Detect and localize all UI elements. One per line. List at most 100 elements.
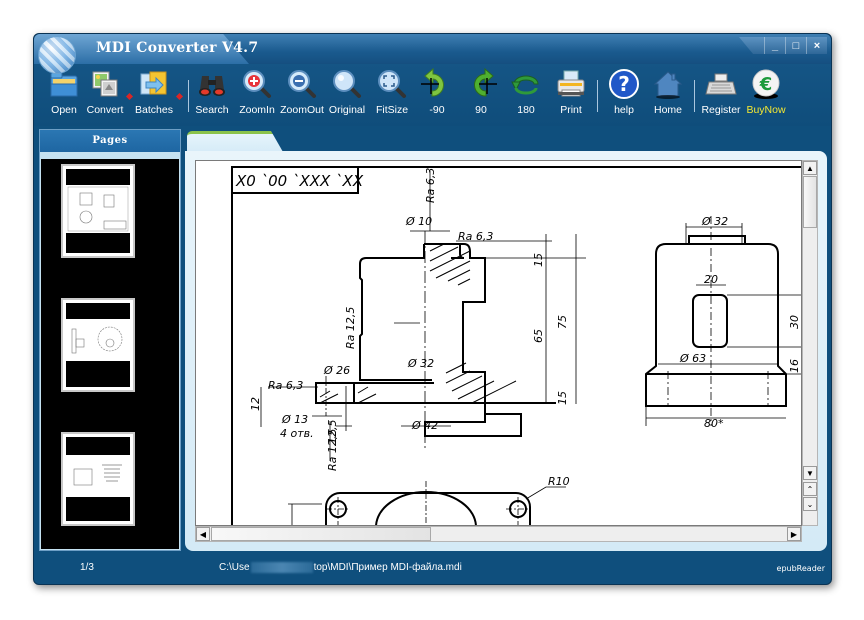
svg-text:Ø 63: Ø 63 (679, 352, 706, 365)
scroll-left-button[interactable]: ◀ (196, 527, 210, 541)
page-thumbnail-1[interactable] (61, 164, 135, 258)
rotate-right-label: 90 (475, 104, 487, 116)
svg-text:Ø 32: Ø 32 (701, 215, 728, 228)
magnifier-icon (333, 70, 361, 98)
svg-text:Ra 6,3: Ra 6,3 (268, 379, 303, 392)
search-label: Search (195, 104, 229, 116)
help-label: help (614, 104, 634, 116)
svg-text:20: 20 (704, 273, 718, 286)
app-window: MDI Converter V4.7 _ □ × Open Convert Ba… (33, 33, 832, 585)
next-page-button[interactable]: ⌄ (803, 497, 817, 511)
print-button[interactable]: Print (546, 68, 596, 122)
register-label: Register (701, 104, 741, 116)
printer-icon (557, 70, 585, 97)
convert-label: Convert (86, 104, 124, 116)
window-controls: _ □ × (739, 37, 827, 54)
toolbar: Open Convert Batches Search ZoomIn ZoomO… (34, 64, 831, 126)
euro-coin-icon: € (752, 69, 780, 99)
rotate-left-label: -90 (429, 104, 445, 116)
svg-text:65: 65 (532, 329, 545, 343)
app-title: MDI Converter V4.7 (96, 40, 259, 56)
svg-text:Ø 13: Ø 13 (281, 413, 308, 426)
side-view (645, 235, 787, 407)
zoom-in-button[interactable]: ZoomIn (232, 68, 282, 122)
zoom-in-icon (243, 70, 271, 98)
svg-text:12: 12 (249, 397, 262, 411)
previous-page-button[interactable]: ⌃ (803, 482, 817, 496)
svg-text:30: 30 (788, 315, 801, 329)
document-area: X0 `00 `XXX `XX Ra 6,3 Ø 10 Ra 6,3 Ra 12… (185, 151, 827, 551)
page-thumbnail-2[interactable] (61, 298, 135, 392)
title-bar[interactable]: MDI Converter V4.7 _ □ × (34, 34, 831, 74)
drawing-viewport[interactable]: X0 `00 `XXX `XX Ra 6,3 Ø 10 Ra 6,3 Ra 12… (195, 160, 802, 526)
search-button[interactable]: Search (187, 68, 237, 122)
close-button[interactable]: × (806, 37, 827, 54)
fit-size-button[interactable]: FitSize (367, 68, 417, 122)
page-indicator: 1/3 (80, 562, 94, 573)
rotate-left-button[interactable]: -90 (412, 68, 462, 122)
home-button[interactable]: Home (643, 68, 693, 122)
pages-panel: Pages (39, 129, 181, 551)
svg-text:Ø 10: Ø 10 (405, 215, 432, 228)
file-path-start: C:\Use (219, 562, 250, 573)
binoculars-icon (199, 76, 225, 96)
brand-label: epubReader (776, 564, 825, 573)
help-button[interactable]: ? help (599, 68, 649, 122)
toolbar-separator (694, 80, 695, 112)
fit-size-label: FitSize (375, 104, 409, 116)
zoom-out-label: ZoomOut (280, 104, 324, 116)
batches-label: Batches (135, 104, 173, 116)
rotate-right-button[interactable]: 90 (456, 68, 506, 122)
batches-button[interactable]: Batches (129, 68, 179, 122)
open-label: Open (51, 104, 77, 116)
redacted-path-segment (250, 562, 313, 573)
rotate-180-label: 180 (517, 104, 535, 116)
svg-text:€: € (759, 74, 773, 95)
thumbnail-drawing (73, 464, 122, 486)
scroll-up-button[interactable]: ▲ (803, 161, 817, 175)
status-bar: 1/3 C:\Use top\MDI\Пример MDI-файла.mdi … (34, 556, 831, 580)
thumbnail-drawing (67, 186, 129, 232)
rotate-180-button[interactable]: 180 (501, 68, 551, 122)
rotate-left-icon (421, 68, 444, 97)
svg-text:Ra 12,5: Ra 12,5 (326, 429, 339, 471)
fit-size-icon (378, 70, 406, 98)
batch-folder-icon (140, 71, 167, 95)
register-button[interactable]: Register (696, 68, 746, 122)
horizontal-scrollbar[interactable]: ◀ ▶ (195, 526, 802, 542)
buy-now-button[interactable]: € BuyNow (741, 68, 791, 122)
horizontal-scroll-thumb[interactable] (211, 527, 431, 541)
svg-text:Ra 6,3: Ra 6,3 (458, 230, 493, 243)
vertical-scroll-thumb[interactable] (803, 176, 817, 228)
svg-text:4 отв.: 4 отв. (280, 427, 314, 440)
technical-drawing: X0 `00 `XXX `XX Ra 6,3 Ø 10 Ra 6,3 Ra 12… (231, 166, 801, 525)
pages-list[interactable] (41, 159, 179, 549)
buy-now-label: BuyNow (746, 104, 786, 116)
image-convert-icon (92, 71, 118, 97)
scroll-down-button[interactable]: ▼ (803, 466, 817, 480)
svg-text:Ø 42: Ø 42 (411, 419, 438, 432)
scroll-right-button[interactable]: ▶ (787, 527, 801, 541)
convert-button[interactable]: Convert (80, 68, 130, 122)
toolbar-separator (597, 80, 598, 112)
maximize-button[interactable]: □ (785, 37, 806, 54)
page-thumbnail-3[interactable] (61, 432, 135, 526)
zoom-out-button[interactable]: ZoomOut (277, 68, 327, 122)
title-block-text: X0 `00 `XXX `XX (235, 172, 364, 190)
minimize-button[interactable]: _ (764, 37, 785, 54)
svg-text:75: 75 (556, 315, 569, 329)
original-size-button[interactable]: Original (322, 68, 372, 122)
svg-text:R10: R10 (548, 475, 570, 488)
rotate-right-icon (474, 68, 497, 97)
vertical-scrollbar[interactable]: ▲ ▼ ⌃ ⌄ (802, 160, 818, 526)
help-icon: ? (609, 69, 639, 99)
zoom-in-label: ZoomIn (239, 104, 275, 116)
svg-text:15: 15 (556, 391, 569, 405)
svg-text:Ra 6,3: Ra 6,3 (424, 168, 437, 203)
svg-text:16: 16 (788, 359, 801, 373)
svg-text:15: 15 (532, 253, 545, 267)
svg-text:Ø 32: Ø 32 (407, 357, 434, 370)
cash-register-icon (705, 73, 737, 95)
bottom-view (325, 491, 531, 525)
svg-text:80*: 80* (704, 417, 724, 430)
